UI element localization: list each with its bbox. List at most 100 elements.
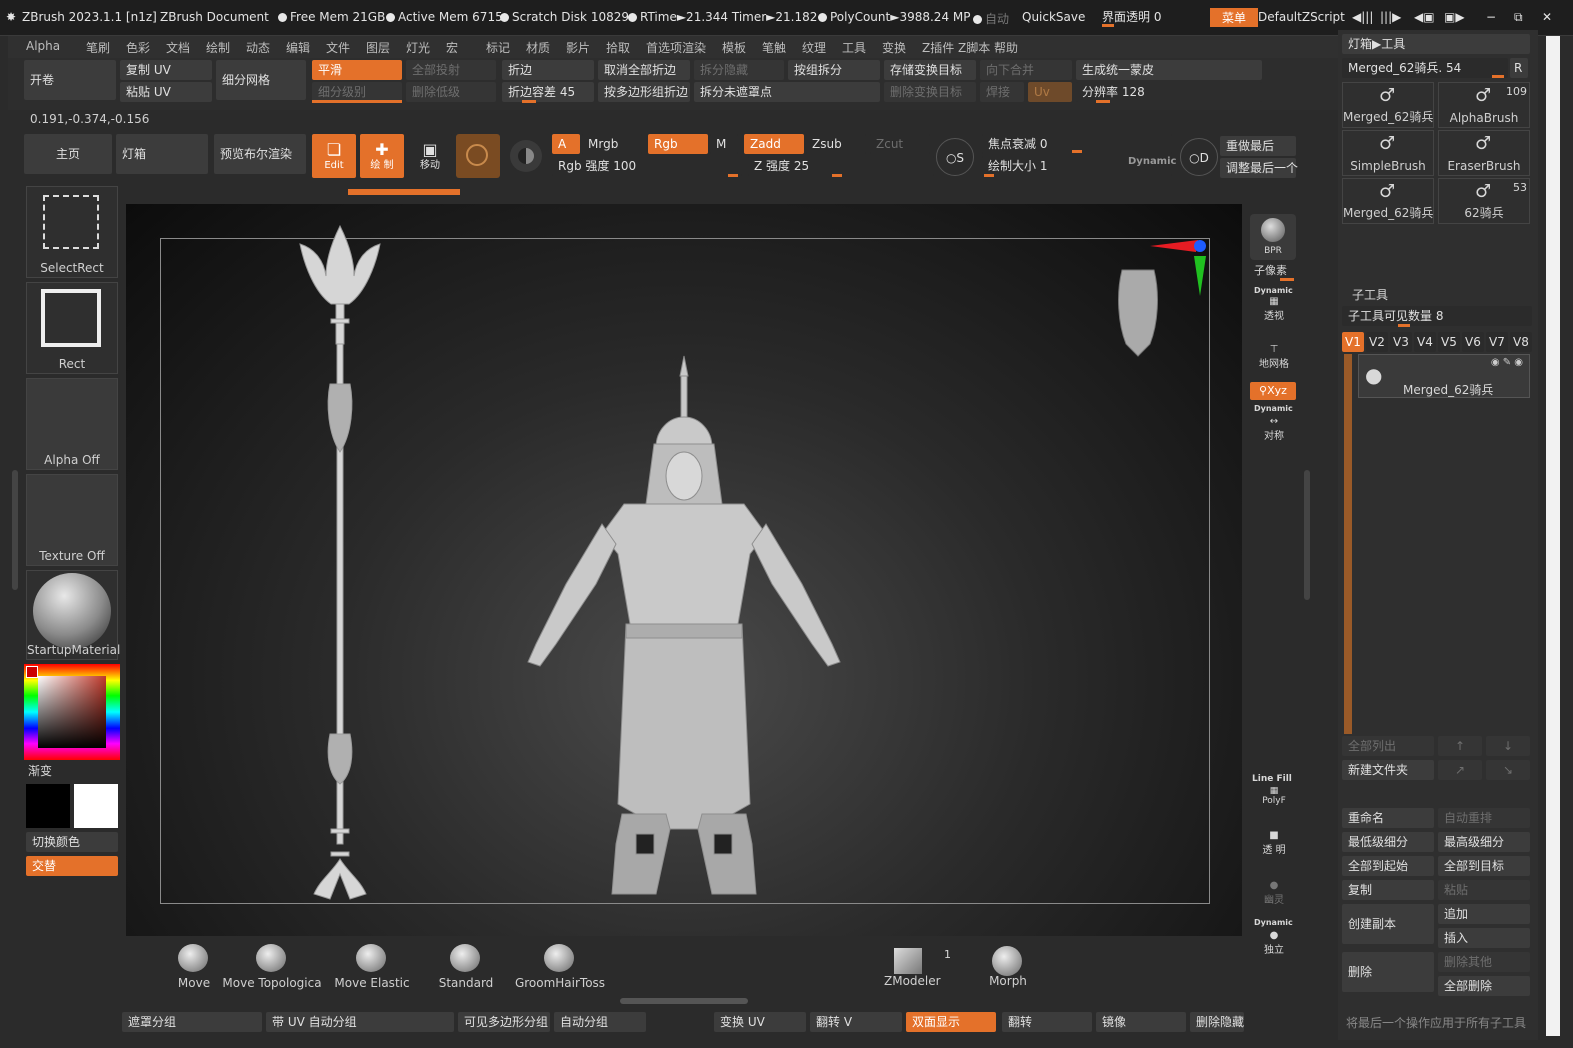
version-tab-v8[interactable]: V8 bbox=[1510, 332, 1532, 352]
menu-16[interactable]: 渲染 bbox=[682, 39, 706, 56]
outer-scrollbar[interactable] bbox=[1546, 36, 1560, 1036]
zcut-toggle[interactable]: Zcut bbox=[870, 134, 930, 154]
menu-20[interactable]: 工具 bbox=[842, 39, 866, 56]
symmetry-button[interactable]: ↔ 对称 bbox=[1252, 416, 1296, 446]
apply-last-label[interactable]: 将最后一个操作应用于所有子工具 bbox=[1346, 1014, 1526, 1031]
subtool-header[interactable]: 子工具 bbox=[1352, 286, 1388, 303]
lightbox-button[interactable]: 灯箱 bbox=[116, 134, 208, 174]
menu-17[interactable]: 模板 bbox=[722, 39, 746, 56]
auto-reorder-button[interactable]: 自动重排 bbox=[1438, 808, 1530, 828]
arrow-down-right-icon[interactable]: ↘ bbox=[1486, 760, 1530, 780]
morph-uv-button[interactable]: 变换 UV bbox=[714, 1012, 806, 1032]
home-button[interactable]: 主页 bbox=[24, 134, 112, 174]
copy-uv-button[interactable]: 复制 UV bbox=[120, 60, 212, 80]
tool-thumb-4[interactable]: ♂ Merged_62骑兵 bbox=[1342, 178, 1434, 224]
perspective-button[interactable]: ▦ 透视 bbox=[1252, 296, 1296, 326]
resolution-slider[interactable]: 分辨率 128 bbox=[1076, 82, 1262, 102]
subtool-visibility-icon[interactable]: ◉ ✎ ◉ bbox=[1491, 357, 1523, 368]
mirror-button[interactable]: 镜像 bbox=[1096, 1012, 1186, 1032]
menu-1[interactable]: 笔刷 bbox=[86, 39, 110, 56]
version-tab-v7[interactable]: V7 bbox=[1486, 332, 1508, 352]
unified-skin-button[interactable]: 生成统一蒙皮 bbox=[1076, 60, 1262, 80]
left-tray-handle[interactable] bbox=[12, 470, 18, 590]
menu-15[interactable]: 首选项 bbox=[646, 39, 682, 56]
secondary-color-swatch[interactable] bbox=[74, 784, 118, 828]
subpixel-slider[interactable]: 子像素 bbox=[1254, 262, 1287, 278]
tool-thumb-0[interactable]: ♂ Merged_62骑兵 bbox=[1342, 82, 1434, 128]
menu-14[interactable]: 拾取 bbox=[606, 39, 630, 56]
menu-3[interactable]: 文档 bbox=[166, 39, 190, 56]
groups-split-button[interactable]: 按组拆分 bbox=[788, 60, 880, 80]
uv-toggle[interactable]: Uv bbox=[1028, 82, 1072, 102]
layout-icon[interactable]: ◀▣ bbox=[1414, 10, 1435, 24]
rgb-toggle[interactable]: Rgb bbox=[648, 134, 708, 154]
menu-9[interactable]: 灯光 bbox=[406, 39, 430, 56]
menu-19[interactable]: 纹理 bbox=[802, 39, 826, 56]
brush-move-topologica[interactable]: Move Topologica bbox=[222, 944, 322, 994]
ghost-button[interactable]: ● 幽灵 bbox=[1252, 880, 1296, 910]
move-mode-button[interactable]: ▣ 移动 bbox=[408, 134, 452, 178]
default-zscript[interactable]: DefaultZScript bbox=[1258, 10, 1345, 24]
menu-12[interactable]: 材质 bbox=[526, 39, 550, 56]
move-down-icon[interactable]: ↓ bbox=[1486, 736, 1530, 756]
layout2-icon[interactable]: ▣▶ bbox=[1444, 10, 1465, 24]
subdiv-level-slider[interactable]: 细分级别 bbox=[312, 82, 402, 102]
material-selector[interactable]: StartupMaterial bbox=[26, 570, 120, 660]
adjust-last-button[interactable]: 调整最后一个 bbox=[1220, 158, 1298, 178]
version-tab-v3[interactable]: V3 bbox=[1390, 332, 1412, 352]
delete-all-button[interactable]: 全部删除 bbox=[1438, 976, 1530, 996]
menu-2[interactable]: 色彩 bbox=[126, 39, 150, 56]
all-to-start-button[interactable]: 全部到起始 bbox=[1342, 856, 1434, 876]
z-intensity-slider[interactable]: Z 强度 25 bbox=[748, 156, 934, 176]
menu-7[interactable]: 文件 bbox=[326, 39, 350, 56]
menu-button[interactable]: 菜单 bbox=[1210, 8, 1259, 27]
draw-mode-button[interactable]: ✚ 绘 制 bbox=[360, 134, 404, 178]
solo-button[interactable]: ● 独立 bbox=[1252, 930, 1296, 960]
tool-thumb-1[interactable]: ♂ AlphaBrush 109 bbox=[1438, 82, 1530, 128]
tool-thumb-5[interactable]: ♂ 62骑兵 53 bbox=[1438, 178, 1530, 224]
copy-button[interactable]: 复制 bbox=[1342, 880, 1434, 900]
bpr-button[interactable]: BPR bbox=[1250, 214, 1296, 260]
layout-prev-icon[interactable]: ◀||| bbox=[1352, 10, 1373, 24]
brush-move-elastic[interactable]: Move Elastic bbox=[322, 944, 422, 994]
lightbox-tool-header[interactable]: 灯箱▶工具 bbox=[1342, 34, 1530, 54]
subtool-item[interactable]: ● Merged_62骑兵 ◉ ✎ ◉ bbox=[1358, 354, 1530, 398]
tool-thumb-2[interactable]: ♂ SimpleBrush bbox=[1342, 130, 1434, 176]
floor-grid-button[interactable]: ⊤ 地网格 bbox=[1252, 344, 1296, 374]
crease-button[interactable]: 折边 bbox=[502, 60, 594, 80]
paste-button[interactable]: 粘贴 bbox=[1438, 880, 1530, 900]
dynamesh-button[interactable]: ○D bbox=[1180, 138, 1218, 176]
switch-color-button[interactable]: 切换颜色 bbox=[26, 832, 118, 852]
texture-selector[interactable]: Texture Off bbox=[26, 474, 118, 566]
live-boolean-button[interactable]: 预览布尔渲染 bbox=[214, 134, 306, 174]
arrow-up-right-icon[interactable]: ↗ bbox=[1438, 760, 1482, 780]
alternate-button[interactable]: 交替 bbox=[26, 856, 118, 876]
crease-tolerance-slider[interactable]: 折边容差 45 bbox=[502, 82, 594, 102]
menu-22[interactable]: Z插件 bbox=[922, 39, 954, 56]
list-all-button[interactable]: 全部列出 bbox=[1342, 736, 1434, 756]
menu-10[interactable]: 宏 bbox=[446, 39, 458, 56]
rename-button[interactable]: 重命名 bbox=[1342, 808, 1434, 828]
dynamic-size-label[interactable]: Dynamic bbox=[1128, 156, 1176, 167]
new-folder-button[interactable]: 新建文件夹 bbox=[1342, 760, 1434, 780]
rect-stroke[interactable]: Rect bbox=[26, 282, 118, 374]
polyframe-button[interactable]: ▦ PolyF bbox=[1252, 786, 1296, 816]
replay-last-button[interactable]: 重做最后 bbox=[1220, 136, 1296, 156]
version-tab-v1[interactable]: V1 bbox=[1342, 332, 1364, 352]
subtool-list-scrollbar[interactable] bbox=[1344, 354, 1352, 734]
brush-standard[interactable]: Standard bbox=[416, 944, 516, 994]
smooth-toggle[interactable]: 平滑 bbox=[312, 60, 402, 80]
open-button[interactable]: 开卷 bbox=[24, 60, 116, 100]
highest-subdiv-button[interactable]: 最高级细分 bbox=[1438, 832, 1530, 852]
menu-5[interactable]: 动态 bbox=[246, 39, 270, 56]
menu-6[interactable]: 编辑 bbox=[286, 39, 310, 56]
all-to-target-button[interactable]: 全部到目标 bbox=[1438, 856, 1530, 876]
delete-hidden-button[interactable]: 删除隐藏 bbox=[1190, 1012, 1244, 1032]
append-button[interactable]: 追加 bbox=[1438, 904, 1530, 924]
menu-24[interactable]: 帮助 bbox=[994, 39, 1018, 56]
current-tool-slider[interactable]: Merged_62骑兵. 54 bbox=[1342, 58, 1508, 78]
a-toggle[interactable]: A bbox=[552, 134, 580, 154]
menu-21[interactable]: 变换 bbox=[882, 39, 906, 56]
zadd-toggle[interactable]: Zadd bbox=[744, 134, 804, 154]
rgb-intensity-slider[interactable]: Rgb 强度 100 bbox=[552, 156, 742, 176]
